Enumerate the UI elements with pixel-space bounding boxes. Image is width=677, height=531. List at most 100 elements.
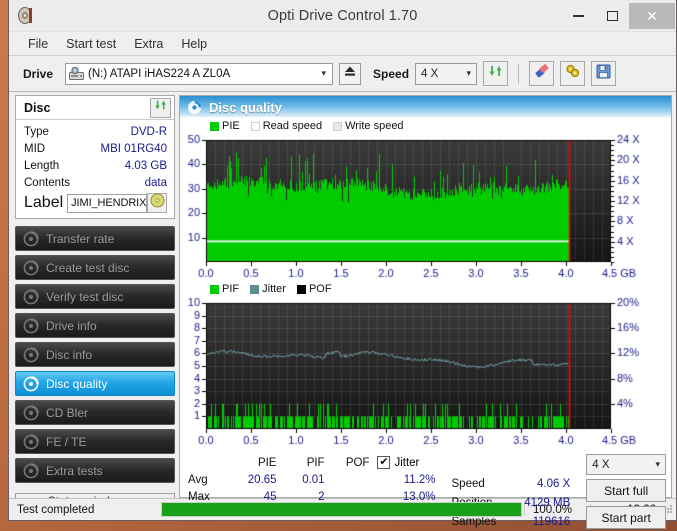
refresh-icon xyxy=(154,98,168,117)
test-item-label: FE / TE xyxy=(46,434,87,449)
legend-label: Read speed xyxy=(262,120,323,132)
pie-chart-canvas xyxy=(180,134,663,282)
avg-pof xyxy=(325,471,370,488)
disc-label-button[interactable] xyxy=(147,193,167,213)
legend-entry: Jitter xyxy=(250,283,286,295)
window-controls: ✕ xyxy=(561,0,676,32)
jitter-toggle[interactable]: ✔ Jitter xyxy=(377,456,435,469)
drive-icon xyxy=(69,66,85,80)
test-item-transfer-rate[interactable]: Transfer rate xyxy=(15,226,175,251)
info-row: Speed 4.06 X xyxy=(452,475,571,492)
refresh-button[interactable] xyxy=(483,61,509,86)
col-pof: POF xyxy=(345,456,370,469)
legend-swatch-icon xyxy=(210,284,219,294)
chevron-down-icon: ▾ xyxy=(466,68,472,78)
jitter-checkbox[interactable]: ✔ xyxy=(377,456,391,469)
info-row-spacer xyxy=(452,456,571,473)
disc-info-row: Type DVD-R xyxy=(24,123,167,140)
status-text: Test completed xyxy=(17,503,95,516)
chevron-down-icon: ▾ xyxy=(321,68,327,78)
maximize-button[interactable] xyxy=(595,0,629,32)
main-body: Disc Type DVD-R MID MBI 01RG40 Length 4.… xyxy=(9,92,676,529)
test-speed-select[interactable]: 4 X ▾ xyxy=(586,454,666,475)
test-item-label: CD Bler xyxy=(46,405,89,420)
progress-bar-fill xyxy=(162,503,521,516)
disc-test-icon xyxy=(23,230,39,247)
drive-select-value: (N:) ATAPI iHAS224 A ZL0A xyxy=(88,67,231,80)
save-button[interactable] xyxy=(591,61,617,86)
eject-icon xyxy=(343,64,357,83)
avg-jitter: 11.2% xyxy=(403,473,436,486)
close-icon: ✕ xyxy=(646,7,658,24)
application-window: Opti Drive Control 1.70 ✕ File Start tes… xyxy=(8,0,677,529)
test-list: Transfer rate Create test disc Verify te… xyxy=(15,226,175,483)
legend-entry: PIF xyxy=(210,283,239,295)
legend-entry: Read speed xyxy=(250,120,323,132)
test-item-fe-te[interactable]: FE / TE xyxy=(15,429,175,454)
row-avg-label: Avg xyxy=(188,473,208,486)
test-item-disc-info[interactable]: Disc info xyxy=(15,342,175,367)
toolbar-separator xyxy=(518,63,520,84)
legend-label: POF xyxy=(308,283,332,295)
eraser-icon xyxy=(534,63,550,84)
bitsetting-button[interactable] xyxy=(560,61,586,86)
speed-label: Speed xyxy=(373,66,410,81)
pif-chart: PIF Jitter POF xyxy=(180,283,671,450)
test-item-extra-tests[interactable]: Extra tests xyxy=(15,458,175,483)
eject-button[interactable] xyxy=(339,62,362,85)
minimize-button[interactable] xyxy=(561,0,595,32)
disc-length-label: Length xyxy=(24,159,60,172)
test-item-disc-quality[interactable]: Disc quality xyxy=(15,371,175,396)
menu-item-help[interactable]: Help xyxy=(172,35,216,53)
disc-quality-icon xyxy=(23,375,39,392)
test-item-label: Disc info xyxy=(46,347,93,362)
disc-create-icon xyxy=(23,259,39,276)
pif-chart-canvas xyxy=(180,297,663,449)
disc-mid-value: MBI 01RG40 xyxy=(100,142,167,155)
test-speed-value: 4 X xyxy=(592,458,610,471)
disc-refresh-button[interactable] xyxy=(150,97,171,118)
speed-select-value: 4 X xyxy=(421,67,439,80)
legend-entry: PIE xyxy=(210,120,240,132)
avg-pie: 20.65 xyxy=(247,473,277,486)
disc-label-label: Label xyxy=(24,194,64,211)
fe-te-icon xyxy=(23,433,39,450)
menu-item-start-test[interactable]: Start test xyxy=(57,35,125,53)
legend-label: PIF xyxy=(222,283,240,295)
pif-chart-legend: PIF Jitter POF xyxy=(210,283,339,295)
speed-select[interactable]: 4 X ▾ xyxy=(415,62,478,85)
chevron-down-icon: ▾ xyxy=(655,459,660,469)
speed-info-value: 4.06 X xyxy=(537,477,571,490)
app-disc-icon xyxy=(17,6,36,25)
menu-item-file[interactable]: File xyxy=(19,35,57,53)
test-item-label: Extra tests xyxy=(46,463,103,478)
bitsetting-icon xyxy=(565,63,581,84)
drive-label: Drive xyxy=(23,66,54,81)
pie-chart: PIE Read speed Write speed xyxy=(180,118,671,283)
legend-swatch-icon xyxy=(210,121,219,131)
test-item-drive-info[interactable]: Drive info xyxy=(15,313,175,338)
close-button[interactable]: ✕ xyxy=(629,3,675,29)
legend-entry: Write speed xyxy=(333,120,404,132)
col-jitter: Jitter xyxy=(394,456,420,469)
legend-swatch-icon xyxy=(333,121,343,131)
disc-type-label: Type xyxy=(24,125,49,138)
drive-toolbar: Drive (N:) ATAPI iHAS224 A ZL0A ▾ Speed … xyxy=(9,56,676,92)
progress-bar xyxy=(161,502,522,517)
disc-label-input[interactable]: JIMI_HENDRIX xyxy=(67,193,148,213)
test-item-cd-bler[interactable]: CD Bler xyxy=(15,400,175,425)
disc-label-row: Label JIMI_HENDRIX xyxy=(24,193,167,213)
start-part-button[interactable]: Start part xyxy=(586,506,666,529)
test-item-verify-test-disc[interactable]: Verify test disc xyxy=(15,284,175,309)
legend-label: PIE xyxy=(222,120,240,132)
cd-bler-icon xyxy=(23,404,39,421)
start-full-button[interactable]: Start full xyxy=(586,479,666,502)
legend-swatch-icon xyxy=(296,284,306,294)
disc-info-row: Contents data xyxy=(24,174,167,191)
disc-info-row: MID MBI 01RG40 xyxy=(24,140,167,157)
erase-button[interactable] xyxy=(529,61,555,86)
drive-select[interactable]: (N:) ATAPI iHAS224 A ZL0A ▾ xyxy=(65,62,334,85)
test-item-create-test-disc[interactable]: Create test disc xyxy=(15,255,175,280)
menu-item-extra[interactable]: Extra xyxy=(125,35,172,53)
disc-mid-label: MID xyxy=(24,142,46,155)
